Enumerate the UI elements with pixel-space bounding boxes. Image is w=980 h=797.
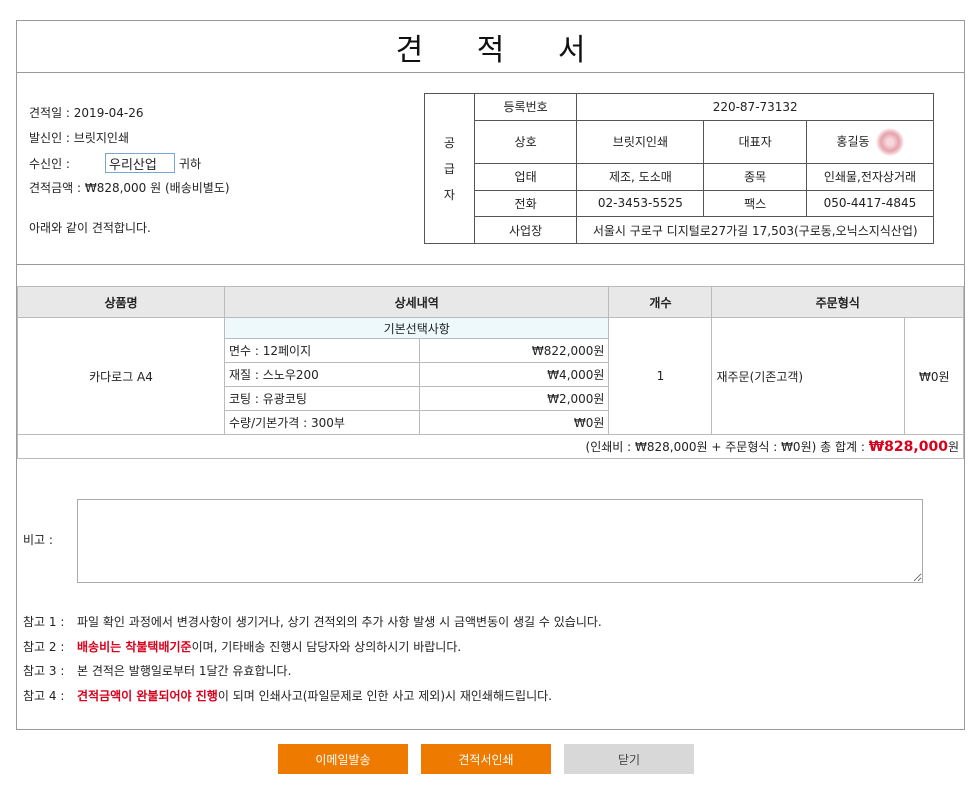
total-summary-row: (인쇄비 : ₩828,000원 + 주문형식 : ₩0원) 총 합계 : ₩8… — [17, 434, 964, 459]
reference-4: 참고 4 : 견적금액이 완불되어야 진행이 되며 인쇄사고(파일문제로 인한 사… — [23, 689, 552, 703]
print-estimate-button[interactable]: 견적서인쇄 — [421, 744, 551, 774]
product-name: 카다로그 A4 — [17, 317, 225, 435]
business-value: 제조, 도소매 — [576, 162, 705, 191]
detail-name: 코팅 : 유광코팅 — [224, 386, 420, 411]
address-value: 서울시 구로구 디지털로27가길 17,503(구로동,오닉스지식산업) — [576, 216, 934, 244]
close-button[interactable]: 닫기 — [564, 744, 694, 774]
detail-price: ₩2,000원 — [418, 386, 610, 411]
reg-no-value: 220-87-73132 — [576, 93, 934, 121]
recipient-prefix: 수신인 : — [29, 157, 70, 171]
col-header-detail: 상세내역 — [223, 286, 610, 318]
recipient-input[interactable] — [105, 153, 175, 173]
fax-label: 팩스 — [703, 189, 807, 218]
col-header-quantity: 개수 — [608, 286, 713, 318]
detail-heading: 기본선택사항 — [223, 317, 610, 339]
detail-name: 면수 : 12페이지 — [224, 338, 420, 363]
detail-name: 수량/기본가격 : 300부 — [224, 410, 420, 435]
detail-price: ₩822,000원 — [418, 338, 610, 363]
reference-2: 참고 2 : 배송비는 착불택배기준이며, 기타배송 진행시 담당자와 상의하시기… — [23, 640, 462, 654]
phone-value: 02-3453-5525 — [576, 189, 705, 218]
category-label: 종목 — [703, 162, 807, 191]
recipient-suffix: 귀하 — [179, 157, 202, 171]
category-value: 인쇄물,전자상거래 — [805, 162, 935, 191]
detail-name: 재질 : 스노우200 — [224, 362, 420, 387]
order-type-value: 재주문(기존고객) — [711, 317, 906, 435]
divider — [17, 264, 964, 265]
seal-stamp-icon — [875, 127, 904, 156]
col-header-product: 상품명 — [17, 286, 225, 318]
estimate-date: 견적일 : 2019-04-26 — [29, 106, 144, 120]
total-unit: 원 — [947, 440, 959, 454]
phone-label: 전화 — [473, 189, 578, 218]
notes-label: 비고 : — [23, 533, 53, 547]
title-row: 견 적 서 — [17, 21, 964, 73]
reference-1: 참고 1 : 파일 확인 과정에서 변경사항이 생기거나, 상기 견적외의 추가 … — [23, 615, 602, 629]
total-amount: ₩828,000 — [868, 439, 948, 455]
intro-text: 아래와 같이 견적합니다. — [29, 221, 151, 235]
detail-price: ₩0원 — [418, 410, 610, 435]
sender: 발신인 : 브릿지인쇄 — [29, 131, 129, 145]
company-value: 브릿지인쇄 — [576, 119, 705, 164]
company-label: 상호 — [473, 119, 578, 164]
ceo-label: 대표자 — [703, 119, 807, 164]
order-type-price: ₩0원 — [904, 317, 964, 435]
ceo-cell: 홍길동 — [805, 119, 935, 164]
notes-textarea[interactable] — [77, 499, 923, 583]
address-label: 사업장 — [473, 216, 578, 244]
send-email-button[interactable]: 이메일발송 — [278, 744, 408, 774]
detail-price: ₩4,000원 — [418, 362, 610, 387]
quantity-value: 1 — [608, 317, 713, 435]
reg-no-label: 등록번호 — [473, 93, 578, 121]
business-label: 업태 — [473, 162, 578, 191]
ceo-value: 홍길동 — [836, 134, 870, 149]
estimate-document: 견 적 서 견적일 : 2019-04-26 발신인 : 브릿지인쇄 수신인 :… — [16, 20, 965, 730]
reference-3: 참고 3 :본 견적은 발행일로부터 1달간 유효합니다. — [23, 664, 292, 678]
supplier-table: 공 급 자 등록번호 220-87-73132 상호 브릿지인쇄 대표자 홍길동… — [424, 93, 935, 244]
items-table: 상품명 상세내역 개수 주문형식 카다로그 A4 기본선택사항 1 재주문(기존… — [17, 286, 964, 459]
page-title: 견 적 서 — [395, 32, 608, 68]
supplier-vertical-label: 공 급 자 — [424, 93, 475, 244]
col-header-order-type: 주문형식 — [711, 286, 964, 318]
estimate-amount: 견적금액 : ₩828,000 원 (배송비별도) — [29, 181, 230, 195]
fax-value: 050-4417-4845 — [805, 189, 935, 218]
total-summary: (인쇄비 : ₩828,000원 + 주문형식 : ₩0원) 총 합계 : — [585, 440, 865, 454]
